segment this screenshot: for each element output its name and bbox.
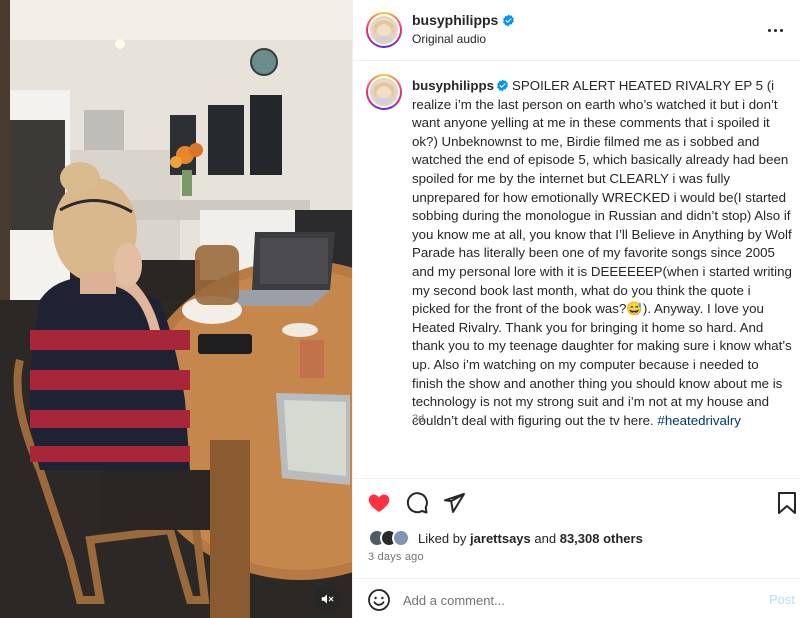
more-options-icon[interactable] <box>763 22 787 38</box>
verified-badge-icon <box>503 14 515 26</box>
post-video[interactable] <box>0 0 352 618</box>
heart-filled-icon[interactable] <box>365 489 393 517</box>
speaker-muted-icon <box>321 594 334 604</box>
post-panel: busyphilipps Original audio busyphilipps… <box>352 0 800 618</box>
emoji-smile-icon[interactable] <box>367 588 391 612</box>
caption-section: busyphilipps SPOILER ALERT HEATED RIVALRY… <box>353 62 800 478</box>
liked-by-conjunction: and <box>534 530 557 546</box>
header-username-row[interactable]: busyphilipps <box>412 12 515 28</box>
caption-text: SPOILER ALERT HEATED RIVALRY EP 5 (i rea… <box>412 78 792 428</box>
comment-bar: Post <box>353 578 800 618</box>
avatar-photo <box>370 16 398 44</box>
caption-author-avatar[interactable] <box>366 74 402 110</box>
likes-count-link[interactable]: 83,308 others <box>560 531 643 546</box>
post-date[interactable]: 3 days ago <box>368 551 424 563</box>
comment-input[interactable] <box>403 588 733 612</box>
caption-username[interactable]: busyphilipps <box>412 78 494 93</box>
avatar-photo <box>370 78 398 106</box>
original-audio-link[interactable]: Original audio <box>412 32 486 46</box>
caption-timestamp[interactable]: 3d <box>412 413 424 425</box>
paper-plane-icon[interactable] <box>440 489 468 517</box>
post-header: busyphilipps Original audio <box>353 0 800 61</box>
liker-avatars[interactable] <box>368 529 414 547</box>
post-comment-button[interactable]: Post <box>769 592 795 607</box>
liked-by-prefix: Liked by <box>418 530 467 546</box>
header-username[interactable]: busyphilipps <box>412 12 498 28</box>
author-avatar[interactable] <box>366 12 402 48</box>
post-caption: busyphilipps SPOILER ALERT HEATED RIVALRY… <box>412 77 792 430</box>
post-actions: Liked by jarettsays and 83,308 others 3 … <box>353 478 800 578</box>
liked-by-user[interactable]: jarettsays <box>470 531 531 546</box>
hashtag-link[interactable]: #heatedrivalry <box>657 413 741 428</box>
mute-toggle-button[interactable] <box>314 586 340 612</box>
bookmark-icon[interactable] <box>773 489 800 517</box>
verified-badge-icon <box>497 79 508 92</box>
likes-summary: Liked by jarettsays and 83,308 others <box>368 529 643 547</box>
comment-bubble-icon[interactable] <box>403 489 431 517</box>
video-frame-image <box>0 0 352 618</box>
